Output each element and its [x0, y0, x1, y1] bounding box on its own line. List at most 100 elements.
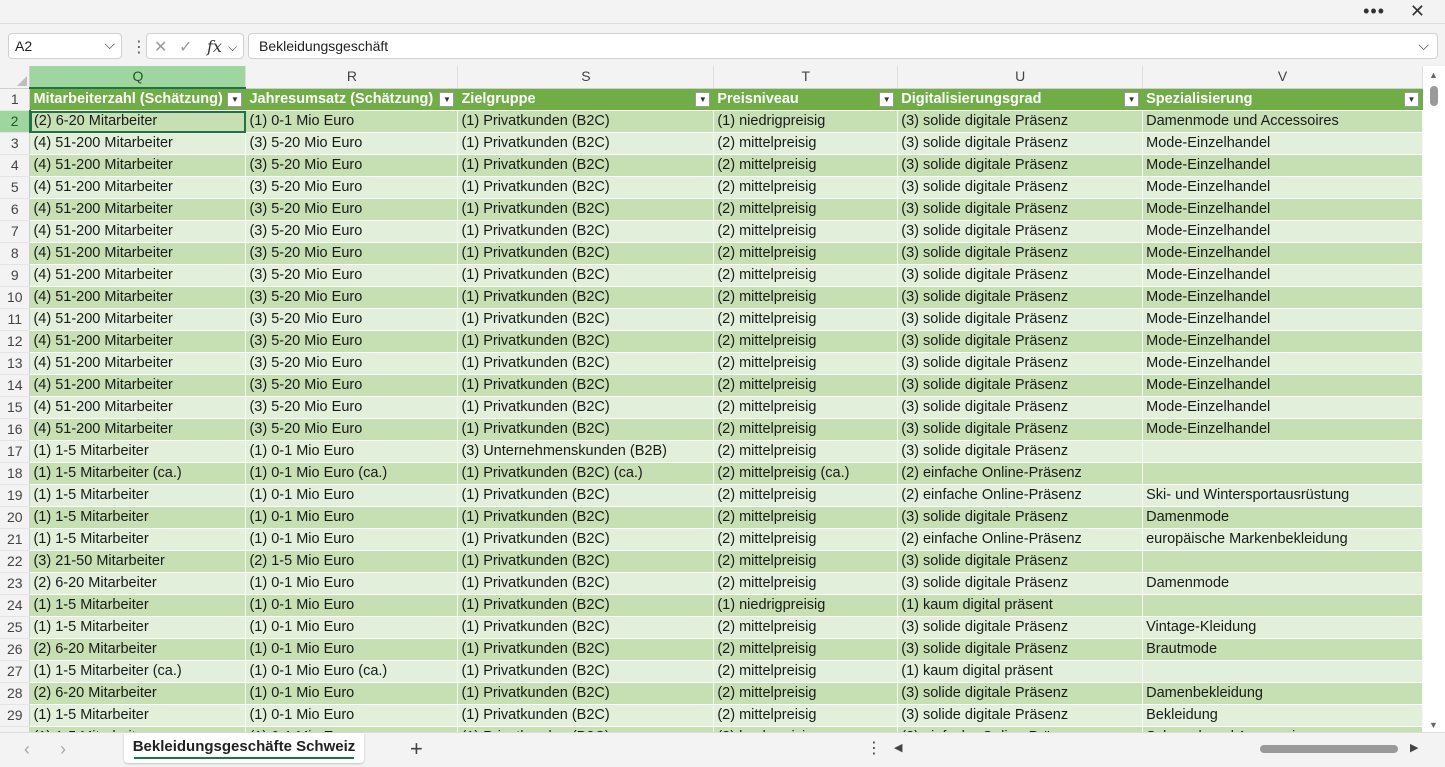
- row-header[interactable]: 10: [0, 286, 31, 309]
- cell[interactable]: Mode-Einzelhandel: [1142, 242, 1423, 265]
- cell[interactable]: (1) Privatkunden (B2C): [457, 110, 715, 133]
- cell[interactable]: (1) niedrigpreisig: [713, 110, 899, 133]
- spreadsheet-grid[interactable]: QRSTUV 1 Mitarbeiterzahl (Schätzung) ▼ Jahr…: [0, 66, 1423, 732]
- cell[interactable]: (3) solide digitale Präsenz: [897, 242, 1144, 265]
- row-header[interactable]: 7: [0, 220, 31, 243]
- sheet-options-icon[interactable]: ⋮: [866, 738, 882, 758]
- filter-dropdown-icon[interactable]: ▼: [1124, 91, 1140, 107]
- row-header[interactable]: 2: [0, 110, 31, 133]
- cell[interactable]: (1) Privatkunden (B2C): [457, 704, 715, 727]
- cell[interactable]: (3) 5-20 Mio Euro: [245, 374, 459, 397]
- cell[interactable]: (1) Privatkunden (B2C): [457, 660, 715, 683]
- cell[interactable]: (1) 0-1 Mio Euro: [245, 506, 459, 529]
- row-header[interactable]: 20: [0, 506, 31, 529]
- cell[interactable]: (3) solide digitale Präsenz: [897, 110, 1144, 133]
- cell[interactable]: (2) einfache Online-Präsenz: [897, 528, 1144, 551]
- cell[interactable]: Mode-Einzelhandel: [1142, 220, 1423, 243]
- scroll-up-icon[interactable]: ▲: [1429, 70, 1438, 80]
- cell[interactable]: (3) 5-20 Mio Euro: [245, 286, 459, 309]
- name-box[interactable]: A2 ⌵: [8, 33, 122, 59]
- close-icon[interactable]: ✕: [1410, 1, 1425, 21]
- cell[interactable]: (3) solide digitale Präsenz: [897, 682, 1144, 705]
- row-header[interactable]: 14: [0, 374, 31, 397]
- row-header[interactable]: 15: [0, 396, 31, 419]
- cell[interactable]: (3) solide digitale Präsenz: [897, 550, 1144, 573]
- cell[interactable]: (2) mittelpreisig: [713, 264, 899, 287]
- cell[interactable]: (2) mittelpreisig: [713, 154, 899, 177]
- cell[interactable]: (3) solide digitale Präsenz: [897, 220, 1144, 243]
- cell[interactable]: (1) Privatkunden (B2C): [457, 352, 715, 375]
- cell[interactable]: Damenbekleidung: [1142, 682, 1423, 705]
- cell[interactable]: (1) Privatkunden (B2C) (ca.): [457, 462, 715, 485]
- row-header[interactable]: 9: [0, 264, 31, 287]
- filter-dropdown-icon[interactable]: ▼: [227, 92, 243, 107]
- cell[interactable]: (1) Privatkunden (B2C): [457, 198, 715, 221]
- cell[interactable]: (1) 1-5 Mitarbeiter: [29, 594, 247, 617]
- cell[interactable]: (1) 1-5 Mitarbeiter: [29, 440, 247, 463]
- cell[interactable]: (1) 0-1 Mio Euro: [245, 616, 459, 639]
- cell[interactable]: (1) 0-1 Mio Euro: [245, 704, 459, 727]
- cell[interactable]: (2) 6-20 Mitarbeiter: [29, 572, 247, 595]
- cell[interactable]: (1) Privatkunden (B2C): [457, 506, 715, 529]
- cell[interactable]: (4) 51-200 Mitarbeiter: [29, 352, 247, 375]
- row-header[interactable]: 22: [0, 550, 31, 573]
- chevron-down-icon[interactable]: ⌵: [228, 40, 237, 55]
- cell[interactable]: (3) solide digitale Präsenz: [897, 396, 1144, 419]
- cell[interactable]: (4) 51-200 Mitarbeiter: [29, 154, 247, 177]
- cell[interactable]: (2) 1-5 Mio Euro: [245, 550, 459, 573]
- column-header-u[interactable]: U: [897, 66, 1144, 89]
- scroll-right-icon[interactable]: ▶: [1410, 741, 1418, 754]
- cell[interactable]: (3) solide digitale Präsenz: [897, 154, 1144, 177]
- cell[interactable]: (2) 6-20 Mitarbeiter: [29, 682, 247, 705]
- cell[interactable]: (2) mittelpreisig: [713, 550, 899, 573]
- cell[interactable]: (1) Privatkunden (B2C): [457, 286, 715, 309]
- cell[interactable]: (1) niedrigpreisig: [713, 594, 899, 617]
- cell[interactable]: (2) mittelpreisig: [713, 572, 899, 595]
- column-header-s[interactable]: S: [457, 66, 715, 89]
- row-header[interactable]: 18: [0, 462, 31, 485]
- row-header[interactable]: 3: [0, 132, 31, 155]
- cell[interactable]: (2) 6-20 Mitarbeiter: [29, 110, 247, 133]
- filter-dropdown-icon[interactable]: ▼: [439, 91, 455, 107]
- cell[interactable]: (2) mittelpreisig: [713, 682, 899, 705]
- cell[interactable]: (2) mittelpreisig (ca.): [713, 462, 899, 485]
- cell[interactable]: (4) 51-200 Mitarbeiter: [29, 132, 247, 155]
- row-header[interactable]: 27: [0, 660, 31, 683]
- cell[interactable]: (3) solide digitale Präsenz: [897, 374, 1144, 397]
- cell[interactable]: (1) 0-1 Mio Euro: [245, 484, 459, 507]
- cell[interactable]: Brautmode: [1142, 638, 1423, 661]
- cell[interactable]: Mode-Einzelhandel: [1142, 396, 1423, 419]
- cell[interactable]: (1) Privatkunden (B2C): [457, 616, 715, 639]
- cell[interactable]: (3) 5-20 Mio Euro: [245, 132, 459, 155]
- cell[interactable]: (1) 0-1 Mio Euro: [245, 594, 459, 617]
- cell[interactable]: (1) 0-1 Mio Euro: [245, 440, 459, 463]
- cell[interactable]: (1) 1-5 Mitarbeiter: [29, 616, 247, 639]
- expand-formula-icon[interactable]: ⌵: [1418, 37, 1429, 54]
- cell[interactable]: (2) einfache Online-Präsenz: [897, 462, 1144, 485]
- cell[interactable]: (3) solide digitale Präsenz: [897, 330, 1144, 353]
- cell[interactable]: (3) 5-20 Mio Euro: [245, 264, 459, 287]
- cell[interactable]: Mode-Einzelhandel: [1142, 176, 1423, 199]
- cell[interactable]: (3) solide digitale Präsenz: [897, 440, 1144, 463]
- scroll-left-icon[interactable]: ◀: [894, 741, 902, 754]
- vertical-scroll-thumb[interactable]: [1430, 86, 1438, 106]
- cell[interactable]: (1) Privatkunden (B2C): [457, 220, 715, 243]
- cell[interactable]: [1142, 440, 1423, 463]
- cell[interactable]: (3) solide digitale Präsenz: [897, 132, 1144, 155]
- table-header-cell[interactable]: Jahresumsatz (Schätzung) ▼: [245, 88, 459, 111]
- cell[interactable]: (1) 0-1 Mio Euro: [245, 572, 459, 595]
- cell[interactable]: (1) Privatkunden (B2C): [457, 154, 715, 177]
- previous-sheet-icon[interactable]: ‹: [24, 739, 30, 760]
- more-options-icon[interactable]: •••: [1363, 1, 1385, 21]
- cell[interactable]: [1142, 462, 1423, 485]
- cell[interactable]: (2) mittelpreisig: [713, 638, 899, 661]
- sheet-tab-active[interactable]: Bekleidungsgeschäfte Schweiz: [124, 733, 364, 763]
- cell[interactable]: (1) Privatkunden (B2C): [457, 638, 715, 661]
- column-header-q[interactable]: Q: [29, 66, 247, 89]
- cell[interactable]: (3) Unternehmenskunden (B2B): [457, 440, 715, 463]
- chevron-down-icon[interactable]: ⌵: [104, 36, 115, 53]
- filter-dropdown-icon[interactable]: ▼: [1404, 91, 1419, 107]
- row-header[interactable]: 8: [0, 242, 31, 265]
- cell[interactable]: (4) 51-200 Mitarbeiter: [29, 264, 247, 287]
- cell[interactable]: (2) mittelpreisig: [713, 396, 899, 419]
